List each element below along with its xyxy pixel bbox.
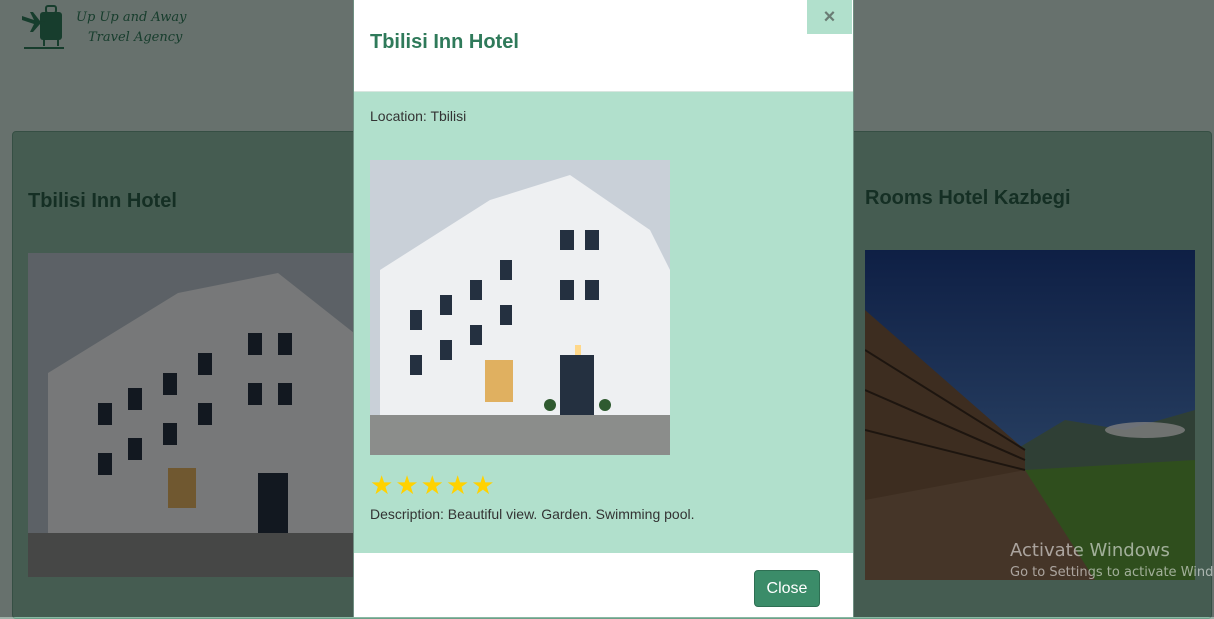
hotel-photo	[370, 160, 670, 455]
modal-footer: Close	[354, 553, 853, 617]
star-rating: ★ ★ ★ ★ ★	[370, 472, 495, 498]
hotel-location: Location: Tbilisi	[370, 108, 467, 124]
star-icon: ★	[445, 470, 470, 500]
close-button[interactable]: Close	[754, 570, 820, 607]
hotel-description: Description: Beautiful view. Garden. Swi…	[370, 506, 695, 522]
windows-activation-watermark: Activate Windows Go to Settings to activ…	[1010, 540, 1214, 580]
modal-title: Tbilisi Inn Hotel	[370, 31, 519, 53]
watermark-subtitle: Go to Settings to activate Windows.	[1010, 565, 1214, 580]
star-icon: ★	[395, 470, 419, 500]
star-icon: ★	[420, 470, 444, 500]
modal-body: Location: Tbilisi ★ ★ ★ ★ ★ Description:…	[354, 92, 853, 553]
watermark-title: Activate Windows	[1010, 540, 1170, 561]
close-x-button[interactable]: ×	[807, 0, 852, 34]
star-icon: ★	[370, 470, 394, 500]
modal-header: Tbilisi Inn Hotel ×	[354, 0, 853, 92]
star-icon: ★	[471, 470, 495, 500]
hotel-detail-modal: Tbilisi Inn Hotel × Location: Tbilisi ★	[353, 0, 854, 617]
